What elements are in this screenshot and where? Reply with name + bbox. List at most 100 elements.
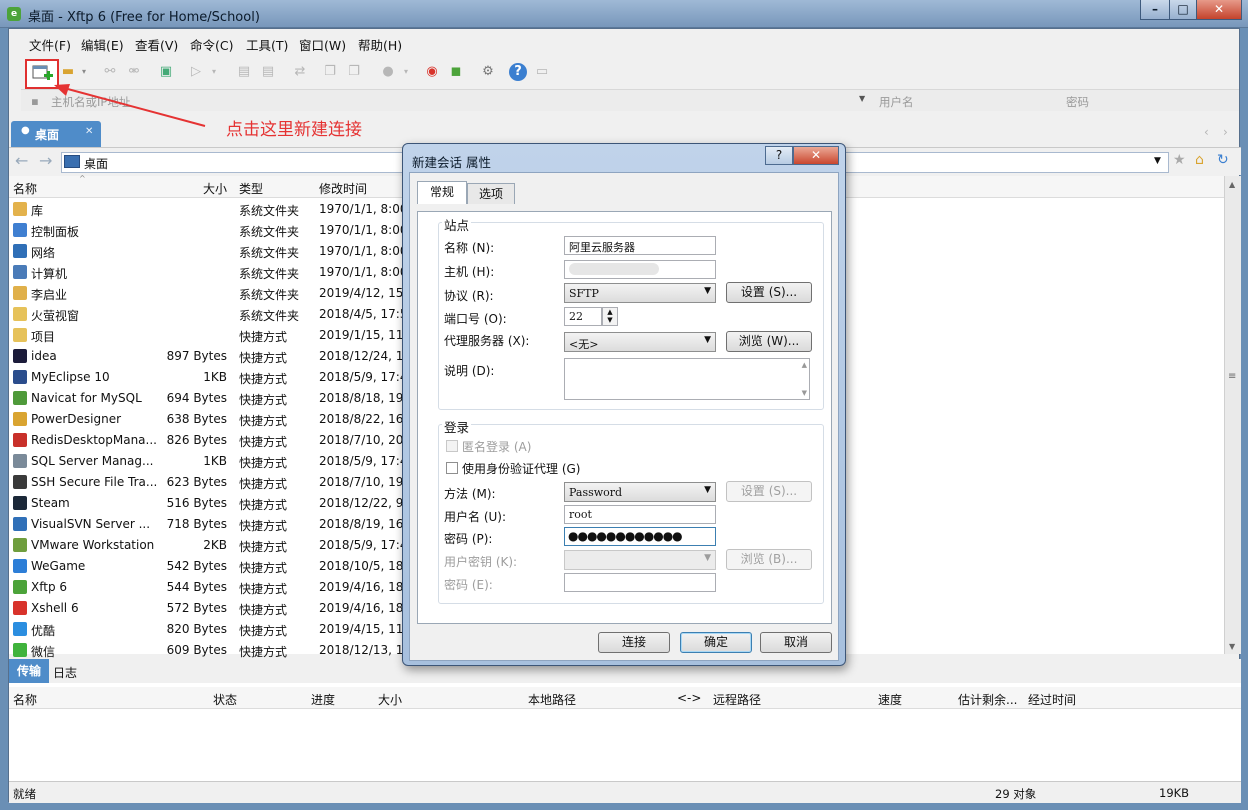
auth-agent-checkbox[interactable] xyxy=(446,462,458,474)
ssh-icon xyxy=(13,475,27,489)
file-name: 库 xyxy=(31,204,44,218)
tab-log[interactable]: 日志 xyxy=(53,664,77,681)
minimize-button[interactable]: – xyxy=(1140,0,1170,20)
connect-icon[interactable]: ⚯ xyxy=(101,63,119,81)
help-icon[interactable]: ? xyxy=(509,63,527,81)
computer-icon xyxy=(13,265,27,279)
wechat-icon xyxy=(13,643,27,657)
tab-general[interactable]: 常规 xyxy=(417,181,467,204)
menu-view[interactable]: 查看(V) xyxy=(135,35,178,54)
refresh-icon[interactable]: ↻ xyxy=(1217,152,1229,168)
vertical-scrollbar[interactable]: ▲ ≡ ▼ xyxy=(1224,176,1241,654)
chevron-down-icon[interactable]: ▼ xyxy=(859,94,865,103)
menu-tools[interactable]: 工具(T) xyxy=(246,35,288,54)
transfer-col-eta[interactable]: 估计剩余... xyxy=(958,691,1017,708)
scroll-up-icon[interactable]: ▲ xyxy=(802,361,807,369)
ok-button[interactable]: 确定 xyxy=(680,632,752,653)
cancel-button[interactable]: 取消 xyxy=(760,632,832,653)
tab-right-arrow-icon[interactable]: › xyxy=(1223,125,1228,139)
forward-arrow-icon[interactable]: → xyxy=(39,151,52,170)
file-name: VMware Workstation xyxy=(31,538,155,552)
chat-icon[interactable]: ▭ xyxy=(533,63,551,81)
menu-command[interactable]: 命令(C) xyxy=(190,35,233,54)
xftp-icon[interactable]: ◼ xyxy=(447,63,465,81)
paste-icon[interactable]: ❐ xyxy=(345,63,363,81)
column-type[interactable]: 类型 xyxy=(239,180,263,197)
copy-icon[interactable]: ❐ xyxy=(321,63,339,81)
page-icon[interactable]: ▤ xyxy=(235,63,253,81)
chevron-down-icon[interactable]: ▼ xyxy=(1154,156,1161,166)
dialog-help-button[interactable]: ? xyxy=(765,146,793,165)
file-type: 快捷方式 xyxy=(239,372,288,386)
protocol-select[interactable]: SFTP ▼ xyxy=(564,283,716,303)
username-input[interactable]: root xyxy=(564,505,716,524)
username-input[interactable]: 用户名 xyxy=(879,94,914,110)
method-select[interactable]: Password ▼ xyxy=(564,482,716,502)
menu-file[interactable]: 文件(F) xyxy=(29,35,71,54)
column-modified[interactable]: 修改时间 xyxy=(319,180,367,197)
file-modified: 1970/1/1, 8:00 xyxy=(319,244,405,258)
menu-edit[interactable]: 编辑(E) xyxy=(81,35,124,54)
tab-transfer[interactable]: 传输 xyxy=(9,659,49,683)
protocol-settings-button[interactable]: 设置 (S)... xyxy=(726,282,812,303)
lock-icon: ▪ xyxy=(31,94,39,108)
properties-icon[interactable]: ▣ xyxy=(157,63,175,81)
gear-icon[interactable]: ⚙ xyxy=(479,63,497,81)
xshell-icon[interactable]: ◉ xyxy=(423,63,441,81)
key-passphrase-input[interactable] xyxy=(564,573,716,592)
transfer-col-local-path[interactable]: 本地路径 xyxy=(528,691,576,708)
transfer-col-name[interactable]: 名称 xyxy=(13,691,37,708)
protocol-label: 协议 (R): xyxy=(444,289,494,303)
chevron-down-icon[interactable]: ▾ xyxy=(205,63,223,81)
scroll-down-icon[interactable]: ▼ xyxy=(802,389,807,397)
scroll-grip-icon[interactable]: ≡ xyxy=(1228,371,1236,382)
description-textarea[interactable]: ▲ ▼ xyxy=(564,358,810,400)
anonymous-login-checkbox[interactable] xyxy=(446,440,458,452)
name-input[interactable]: 阿里云服务器 xyxy=(564,236,716,255)
transfer-col-elapsed[interactable]: 经过时间 xyxy=(1028,691,1076,708)
scroll-up-icon[interactable]: ▲ xyxy=(1229,180,1235,189)
password-input[interactable]: ●●●●●●●●●●●● xyxy=(564,527,716,546)
tab-options[interactable]: 选项 xyxy=(467,183,515,204)
home-icon[interactable]: ⌂ xyxy=(1195,152,1204,168)
transfer-col-remote-path[interactable]: 远程路径 xyxy=(713,691,761,708)
proxy-browse-button[interactable]: 浏览 (W)... xyxy=(726,331,812,352)
user-key-select[interactable]: ▼ xyxy=(564,550,716,570)
port-input[interactable]: 22 xyxy=(564,307,602,326)
dialog-close-button[interactable]: ✕ xyxy=(793,146,839,165)
file-name: Xftp 6 xyxy=(31,580,68,594)
chevron-down-icon[interactable]: ▾ xyxy=(75,63,93,81)
menu-help[interactable]: 帮助(H) xyxy=(358,35,402,54)
maximize-button[interactable]: □ xyxy=(1169,0,1197,20)
scroll-down-icon[interactable]: ▼ xyxy=(1229,642,1235,651)
globe-icon[interactable]: ● xyxy=(379,63,397,81)
transfer-col-size[interactable]: 大小 xyxy=(378,691,402,708)
connect-button[interactable]: 连接 xyxy=(598,632,670,653)
chevron-down-icon[interactable]: ▾ xyxy=(397,63,415,81)
transfer-col-speed[interactable]: 速度 xyxy=(878,691,902,708)
column-size[interactable]: 大小 xyxy=(203,180,227,197)
host-input[interactable] xyxy=(564,260,716,279)
file-modified: 2018/12/13, 1 xyxy=(319,643,404,657)
transfer-icon[interactable]: ⇄ xyxy=(291,63,309,81)
method-settings-button[interactable]: 设置 (S)... xyxy=(726,481,812,502)
transfer-col-status[interactable]: 状态 xyxy=(213,691,237,708)
star-icon[interactable]: ★ xyxy=(1173,152,1186,168)
column-name[interactable]: 名称 xyxy=(13,180,37,197)
close-button[interactable]: ✕ xyxy=(1196,0,1242,20)
password-input[interactable]: 密码 xyxy=(1066,94,1089,110)
tab-left-arrow-icon[interactable]: ‹ xyxy=(1204,125,1209,139)
port-spinner[interactable]: ▲ ▼ xyxy=(602,307,618,326)
key-browse-button[interactable]: 浏览 (B)... xyxy=(726,549,812,570)
transfer-col-progress[interactable]: 进度 xyxy=(311,691,335,708)
transfer-col-direction[interactable]: <-> xyxy=(677,691,701,705)
file-name: Navicat for MySQL xyxy=(31,391,142,405)
back-arrow-icon[interactable]: ← xyxy=(15,151,28,170)
proxy-select[interactable]: <无> ▼ xyxy=(564,332,716,352)
page-icon[interactable]: ▤ xyxy=(259,63,277,81)
play-icon[interactable]: ▷ xyxy=(187,63,205,81)
menu-window[interactable]: 窗口(W) xyxy=(299,35,346,54)
disconnect-icon[interactable]: ⚮ xyxy=(125,63,143,81)
file-type: 系统文件夹 xyxy=(239,288,300,302)
login-group-label: 登录 xyxy=(442,417,472,436)
